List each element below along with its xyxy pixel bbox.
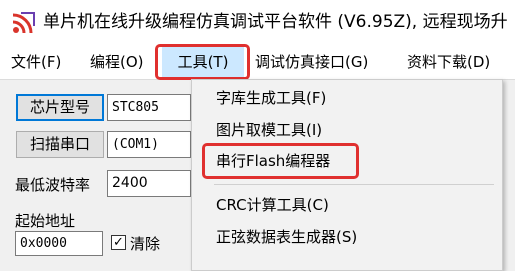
menu-downloads[interactable]: 资料下载(D) [403,45,494,79]
scan-port-button[interactable]: 扫描串口 [16,131,104,158]
clear-label: 清除 [130,235,161,253]
app-logo-icon [12,12,35,34]
port-select[interactable]: (COM1) [107,131,191,158]
menu-file[interactable]: 文件(F) [7,45,65,79]
clear-checkbox[interactable]: ✓ [111,235,126,250]
start-address-input[interactable]: 0x0000 [15,231,103,256]
start-address-label: 起始地址 [15,212,76,230]
serial-flash-highlight [202,143,359,179]
menu-item-image-modulo-tool[interactable]: 图片取模工具(I) [216,116,322,144]
min-baud-select[interactable]: 2400 [107,170,191,197]
window-title: 单片机在线升级编程仿真调试平台软件 (V6.95Z), 远程现场升 [43,12,508,32]
chip-type-select[interactable]: STC805 [107,94,191,121]
menu-item-sine-table-generator[interactable]: 正弦数据表生成器(S) [216,223,357,251]
tools-menu-highlight [155,44,250,80]
menu-separator [214,184,494,185]
menu-program[interactable]: 编程(O) [86,45,148,79]
chip-type-button[interactable]: 芯片型号 [16,94,104,121]
menu-item-font-generator[interactable]: 字库生成工具(F) [216,84,326,112]
menu-debug-interface[interactable]: 调试仿真接口(G) [251,45,372,79]
min-baud-label: 最低波特率 [15,176,91,194]
menu-bar: 文件(F) 编程(O) 工具(T) 调试仿真接口(G) 资料下载(D) [0,45,515,80]
title-bar: 单片机在线升级编程仿真调试平台软件 (V6.95Z), 远程现场升 [0,0,515,45]
menu-item-crc-calculator[interactable]: CRC计算工具(C) [216,191,329,219]
